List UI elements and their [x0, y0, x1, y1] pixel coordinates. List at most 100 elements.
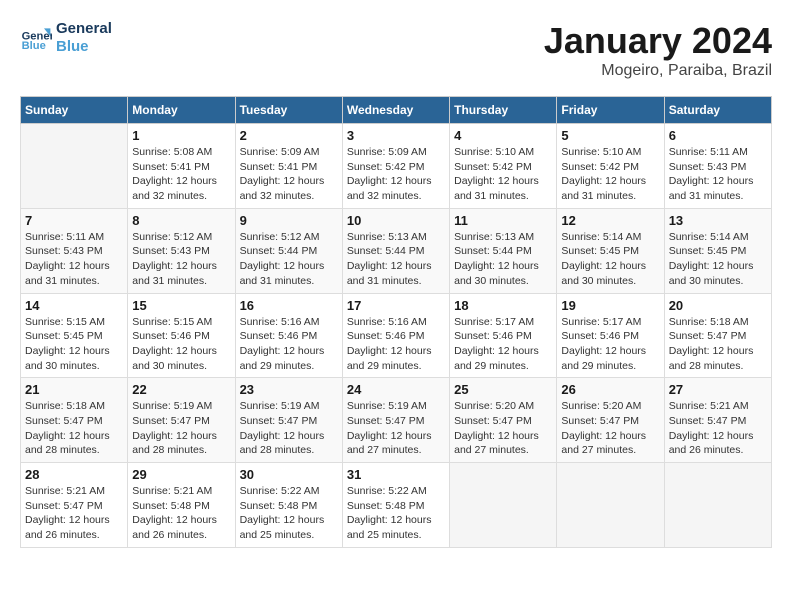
day-cell: 30 Sunrise: 5:22 AM Sunset: 5:48 PM Dayli… — [235, 463, 342, 548]
day-info: Sunrise: 5:12 AM Sunset: 5:44 PM Dayligh… — [240, 230, 338, 289]
day-cell — [664, 463, 771, 548]
day-number: 11 — [454, 213, 552, 228]
day-info: Sunrise: 5:12 AM Sunset: 5:43 PM Dayligh… — [132, 230, 230, 289]
day-info: Sunrise: 5:09 AM Sunset: 5:42 PM Dayligh… — [347, 145, 445, 204]
day-cell: 5 Sunrise: 5:10 AM Sunset: 5:42 PM Daylig… — [557, 124, 664, 209]
header-day-sunday: Sunday — [21, 97, 128, 124]
day-number: 7 — [25, 213, 123, 228]
day-cell: 27 Sunrise: 5:21 AM Sunset: 5:47 PM Dayli… — [664, 378, 771, 463]
day-cell: 24 Sunrise: 5:19 AM Sunset: 5:47 PM Dayli… — [342, 378, 449, 463]
calendar-table: SundayMondayTuesdayWednesdayThursdayFrid… — [20, 96, 772, 548]
day-cell — [21, 124, 128, 209]
day-cell: 11 Sunrise: 5:13 AM Sunset: 5:44 PM Dayli… — [450, 208, 557, 293]
logo-icon: General Blue — [20, 22, 52, 54]
logo-text: General Blue — [56, 20, 112, 56]
day-number: 2 — [240, 128, 338, 143]
day-cell: 4 Sunrise: 5:10 AM Sunset: 5:42 PM Daylig… — [450, 124, 557, 209]
day-info: Sunrise: 5:15 AM Sunset: 5:45 PM Dayligh… — [25, 315, 123, 374]
day-info: Sunrise: 5:11 AM Sunset: 5:43 PM Dayligh… — [25, 230, 123, 289]
day-info: Sunrise: 5:16 AM Sunset: 5:46 PM Dayligh… — [347, 315, 445, 374]
day-info: Sunrise: 5:11 AM Sunset: 5:43 PM Dayligh… — [669, 145, 767, 204]
page-header: General Blue General Blue January 2024 M… — [20, 20, 772, 80]
day-info: Sunrise: 5:14 AM Sunset: 5:45 PM Dayligh… — [561, 230, 659, 289]
day-info: Sunrise: 5:10 AM Sunset: 5:42 PM Dayligh… — [561, 145, 659, 204]
day-number: 18 — [454, 298, 552, 313]
day-number: 8 — [132, 213, 230, 228]
week-row-1: 1Sunrise: 5:08 AM Sunset: 5:41 PM Daylig… — [21, 124, 772, 209]
day-number: 20 — [669, 298, 767, 313]
week-row-3: 14 Sunrise: 5:15 AM Sunset: 5:45 PM Dayli… — [21, 293, 772, 378]
day-info: Sunrise: 5:10 AM Sunset: 5:42 PM Dayligh… — [454, 145, 552, 204]
day-info: Sunrise: 5:21 AM Sunset: 5:47 PM Dayligh… — [25, 484, 123, 543]
day-number: 19 — [561, 298, 659, 313]
day-cell: 28 Sunrise: 5:21 AM Sunset: 5:47 PM Dayli… — [21, 463, 128, 548]
day-number: 5 — [561, 128, 659, 143]
day-number: 29 — [132, 467, 230, 482]
day-number: 28 — [25, 467, 123, 482]
day-info: Sunrise: 5:19 AM Sunset: 5:47 PM Dayligh… — [347, 399, 445, 458]
day-number: 3 — [347, 128, 445, 143]
svg-text:Blue: Blue — [22, 40, 46, 52]
day-number: 24 — [347, 382, 445, 397]
day-number: 14 — [25, 298, 123, 313]
day-cell: 18 Sunrise: 5:17 AM Sunset: 5:46 PM Dayli… — [450, 293, 557, 378]
day-cell: 2 Sunrise: 5:09 AM Sunset: 5:41 PM Daylig… — [235, 124, 342, 209]
day-cell: 19 Sunrise: 5:17 AM Sunset: 5:46 PM Dayli… — [557, 293, 664, 378]
header-day-saturday: Saturday — [664, 97, 771, 124]
day-number: 22 — [132, 382, 230, 397]
day-info: Sunrise: 5:09 AM Sunset: 5:41 PM Dayligh… — [240, 145, 338, 204]
day-info: Sunrise: 5:08 AM Sunset: 5:41 PM Dayligh… — [132, 145, 230, 204]
day-cell: 23Sunrise: 5:19 AM Sunset: 5:47 PM Dayli… — [235, 378, 342, 463]
month-title: January 2024 — [544, 20, 772, 62]
day-info: Sunrise: 5:22 AM Sunset: 5:48 PM Dayligh… — [240, 484, 338, 543]
header-row: SundayMondayTuesdayWednesdayThursdayFrid… — [21, 97, 772, 124]
day-number: 26 — [561, 382, 659, 397]
day-number: 15 — [132, 298, 230, 313]
day-number: 31 — [347, 467, 445, 482]
day-number: 27 — [669, 382, 767, 397]
header-day-wednesday: Wednesday — [342, 97, 449, 124]
day-cell: 3 Sunrise: 5:09 AM Sunset: 5:42 PM Daylig… — [342, 124, 449, 209]
day-cell: 20 Sunrise: 5:18 AM Sunset: 5:47 PM Dayli… — [664, 293, 771, 378]
day-info: Sunrise: 5:13 AM Sunset: 5:44 PM Dayligh… — [347, 230, 445, 289]
day-number: 4 — [454, 128, 552, 143]
day-cell: 6 Sunrise: 5:11 AM Sunset: 5:43 PM Daylig… — [664, 124, 771, 209]
day-info: Sunrise: 5:14 AM Sunset: 5:45 PM Dayligh… — [669, 230, 767, 289]
day-number: 6 — [669, 128, 767, 143]
day-cell: 15Sunrise: 5:15 AM Sunset: 5:46 PM Dayli… — [128, 293, 235, 378]
day-number: 30 — [240, 467, 338, 482]
day-info: Sunrise: 5:17 AM Sunset: 5:46 PM Dayligh… — [454, 315, 552, 374]
day-info: Sunrise: 5:13 AM Sunset: 5:44 PM Dayligh… — [454, 230, 552, 289]
week-row-5: 28 Sunrise: 5:21 AM Sunset: 5:47 PM Dayli… — [21, 463, 772, 548]
day-number: 10 — [347, 213, 445, 228]
day-info: Sunrise: 5:21 AM Sunset: 5:48 PM Dayligh… — [132, 484, 230, 543]
day-info: Sunrise: 5:18 AM Sunset: 5:47 PM Dayligh… — [25, 399, 123, 458]
day-info: Sunrise: 5:21 AM Sunset: 5:47 PM Dayligh… — [669, 399, 767, 458]
day-cell: 8 Sunrise: 5:12 AM Sunset: 5:43 PM Daylig… — [128, 208, 235, 293]
day-number: 25 — [454, 382, 552, 397]
day-cell: 12Sunrise: 5:14 AM Sunset: 5:45 PM Dayli… — [557, 208, 664, 293]
logo: General Blue General Blue — [20, 20, 112, 56]
day-info: Sunrise: 5:22 AM Sunset: 5:48 PM Dayligh… — [347, 484, 445, 543]
day-info: Sunrise: 5:18 AM Sunset: 5:47 PM Dayligh… — [669, 315, 767, 374]
day-cell: 31 Sunrise: 5:22 AM Sunset: 5:48 PM Dayli… — [342, 463, 449, 548]
day-cell: 21Sunrise: 5:18 AM Sunset: 5:47 PM Dayli… — [21, 378, 128, 463]
day-cell: 14 Sunrise: 5:15 AM Sunset: 5:45 PM Dayli… — [21, 293, 128, 378]
day-number: 9 — [240, 213, 338, 228]
day-cell: 9 Sunrise: 5:12 AM Sunset: 5:44 PM Daylig… — [235, 208, 342, 293]
day-info: Sunrise: 5:16 AM Sunset: 5:46 PM Dayligh… — [240, 315, 338, 374]
day-info: Sunrise: 5:20 AM Sunset: 5:47 PM Dayligh… — [561, 399, 659, 458]
day-number: 13 — [669, 213, 767, 228]
day-cell: 7 Sunrise: 5:11 AM Sunset: 5:43 PM Daylig… — [21, 208, 128, 293]
title-block: January 2024 Mogeiro, Paraiba, Brazil — [544, 20, 772, 80]
day-cell: 26 Sunrise: 5:20 AM Sunset: 5:47 PM Dayli… — [557, 378, 664, 463]
day-info: Sunrise: 5:17 AM Sunset: 5:46 PM Dayligh… — [561, 315, 659, 374]
day-info: Sunrise: 5:19 AM Sunset: 5:47 PM Dayligh… — [132, 399, 230, 458]
header-day-friday: Friday — [557, 97, 664, 124]
day-number: 23 — [240, 382, 338, 397]
day-cell: 16Sunrise: 5:16 AM Sunset: 5:46 PM Dayli… — [235, 293, 342, 378]
day-cell: 25Sunrise: 5:20 AM Sunset: 5:47 PM Dayli… — [450, 378, 557, 463]
week-row-2: 7 Sunrise: 5:11 AM Sunset: 5:43 PM Daylig… — [21, 208, 772, 293]
day-cell: 22 Sunrise: 5:19 AM Sunset: 5:47 PM Dayli… — [128, 378, 235, 463]
location-subtitle: Mogeiro, Paraiba, Brazil — [544, 62, 772, 80]
